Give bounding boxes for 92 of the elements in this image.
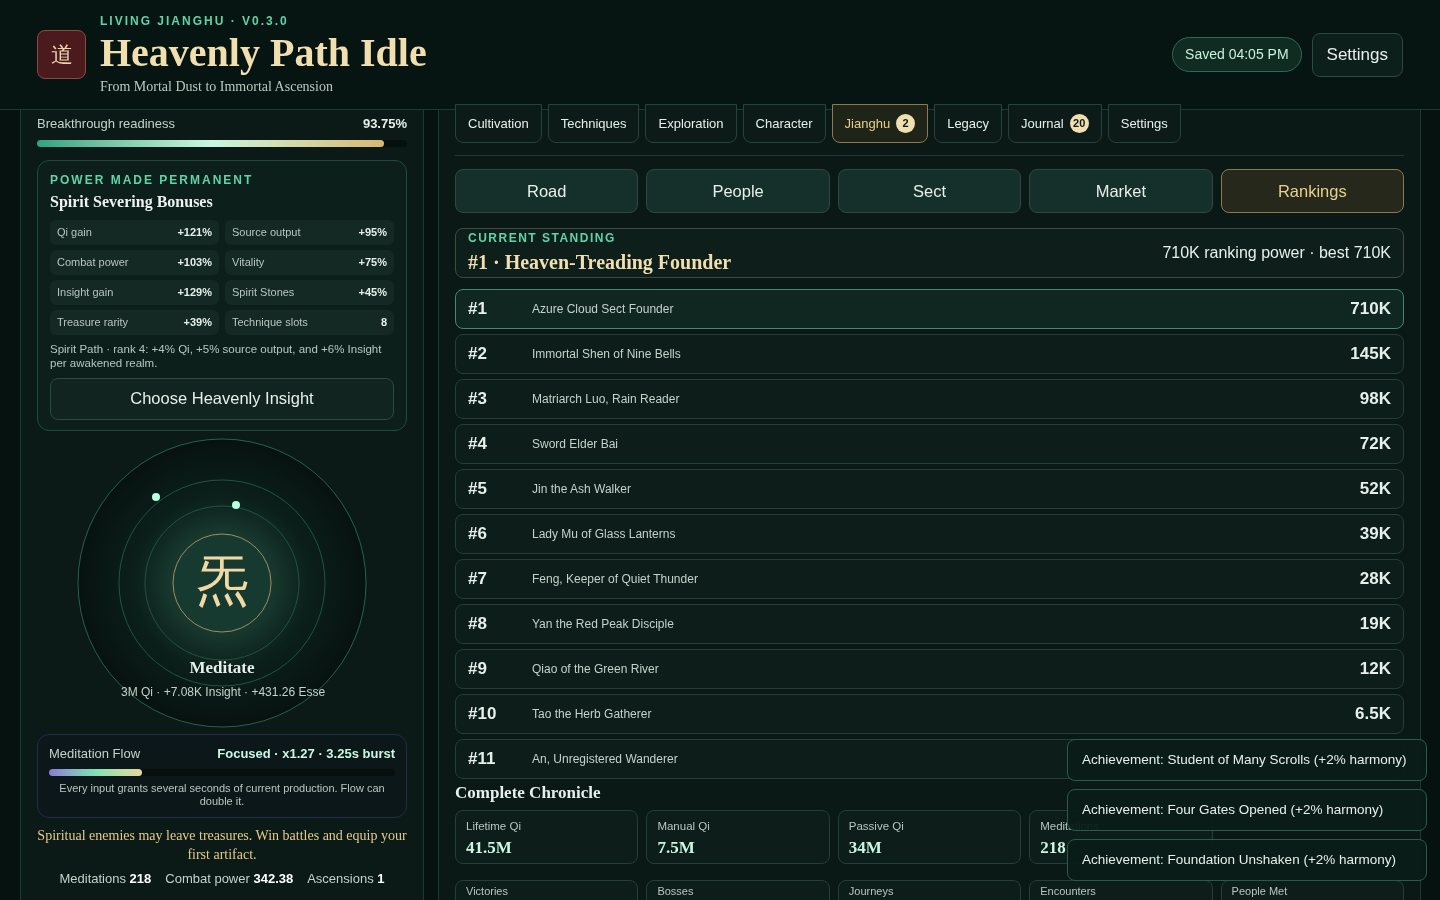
rank-number: #9 <box>468 658 488 681</box>
rival-power: 39K <box>1359 523 1391 546</box>
summary-stat: Meditations 218 <box>59 870 152 888</box>
meditate-label: Meditate <box>188 656 256 679</box>
chronicle-stat-card: Passive Qi 34M <box>837 809 1022 864</box>
rank-number: #6 <box>468 523 488 546</box>
flow-status: Focused · x1.27 · 3.25s burst <box>217 744 395 763</box>
nav-tab[interactable]: Exploration <box>645 104 737 143</box>
bonus-stat: Combat power +103% <box>50 249 219 275</box>
bonuses-title: Spirit Severing Bonuses <box>50 191 214 213</box>
qi-glyph: 炁 <box>194 549 250 610</box>
settings-button[interactable]: Settings <box>1311 32 1403 77</box>
count-badge: 2 <box>896 114 916 133</box>
rival-name: An, Unregistered Wanderer <box>532 751 678 768</box>
rival-name: Yan the Red Peak Disciple <box>532 616 674 633</box>
chronicle-stat-card: Encounters <box>1029 879 1213 900</box>
rank-number: #5 <box>468 478 488 501</box>
chronicle-stat-card: Journeys <box>837 879 1022 900</box>
section-tab[interactable]: Sect <box>837 169 1022 213</box>
rival-power: 12K <box>1359 658 1391 681</box>
rival-power: 6.5K <box>1355 703 1391 726</box>
ranking-power: 710K ranking power · best 710K <box>1162 243 1391 263</box>
flow-note: Every input grants several seconds of current production. Flow can double it. <box>58 782 386 808</box>
rank-number: #1 <box>468 298 488 321</box>
bonuses-eyebrow: POWER MADE PERMANENT <box>50 171 255 189</box>
nav-tab[interactable]: Techniques <box>547 104 640 143</box>
chronicle-stat-card: Manual Qi 7.5M <box>646 809 830 864</box>
rank-number: #8 <box>468 613 488 636</box>
rival-power: 52K <box>1359 478 1391 501</box>
rank-number: #10 <box>468 703 498 726</box>
bonus-stat: Insight gain +129% <box>50 279 219 305</box>
bonus-stat: Qi gain +121% <box>50 219 219 245</box>
nav-tab[interactable]: Settings <box>1107 104 1181 143</box>
rival-name: Feng, Keeper of Quiet Thunder <box>532 571 698 588</box>
rank-number: #7 <box>468 568 488 591</box>
flow-label: Meditation Flow <box>49 744 141 763</box>
bonus-stat: Treasure rarity +39% <box>50 309 219 335</box>
bonus-stat: Technique slots 8 <box>225 309 394 335</box>
section-tab[interactable]: Market <box>1029 169 1213 213</box>
bonus-stat: Vitality +75% <box>225 249 394 275</box>
rival-name: Immortal Shen of Nine Bells <box>532 346 681 363</box>
rival-power: 28K <box>1359 568 1391 591</box>
standing-title: #1 · Heaven-Treading Founder <box>468 250 732 276</box>
nav-tab[interactable]: Character <box>742 104 826 143</box>
bonus-stat: Spirit Stones +45% <box>225 279 394 305</box>
treasure-hint: Spiritual enemies may leave treasures. Win battles and equip your first artifact. <box>37 827 407 864</box>
rank-number: #2 <box>468 343 488 366</box>
rival-name: Sword Elder Bai <box>532 436 619 453</box>
app-subtitle: From Mortal Dust to Immortal Ascension <box>100 78 334 96</box>
count-badge: 20 <box>1069 114 1089 133</box>
rival-power: 19K <box>1359 613 1391 636</box>
achievement-toast: Achievement: Foundation Unshaken (+2% harmony) <box>1067 839 1427 881</box>
summary-stat: Combat power 342.38 <box>165 870 294 888</box>
choose-insight-button[interactable]: Choose Heavenly Insight <box>50 377 394 420</box>
achievement-toast: Achievement: Student of Many Scrolls (+2% harmony) <box>1067 739 1427 781</box>
rival-name: Jin the Ash Walker <box>532 481 631 498</box>
rival-name: Qiao of the Green River <box>532 661 659 678</box>
rival-name: Azure Cloud Sect Founder <box>532 301 674 318</box>
spirit-path-note: Spirit Path · rank 4: +4% Qi, +5% source output, and +6% Insight per awakened realm. <box>50 341 383 370</box>
readiness-label: Breakthrough readiness <box>37 115 176 133</box>
summary-stat: Ascensions 1 <box>307 870 385 888</box>
rival-name: Matriarch Luo, Rain Reader <box>532 391 680 408</box>
app-title: Heavenly Path Idle <box>100 30 427 76</box>
chronicle-stat-card: Lifetime Qi 41.5M <box>455 809 639 864</box>
section-tab[interactable]: Rankings <box>1220 169 1405 213</box>
saved-badge: Saved 04:05 PM <box>1172 37 1302 72</box>
rival-power: 72K <box>1359 433 1391 456</box>
rank-number: #11 <box>468 748 497 771</box>
section-tab[interactable]: People <box>646 169 830 213</box>
chronicle-stat-card: Bosses <box>646 879 830 900</box>
meditate-yield: 3M Qi · +7.08K Insight · +431.26 Esse <box>121 683 326 701</box>
chronicle-stat-card: Victories <box>455 879 639 900</box>
nav-tab[interactable]: Journal 20 <box>1008 104 1102 143</box>
bonus-stat: Source output +95% <box>225 219 394 245</box>
rival-power: 710K <box>1350 298 1391 321</box>
rank-number: #4 <box>468 433 488 456</box>
chronicle-title: Complete Chronicle <box>455 782 602 804</box>
nav-tab[interactable]: Jianghu 2 <box>831 104 929 143</box>
rank-number: #3 <box>468 388 488 411</box>
rival-power: 145K <box>1350 343 1391 366</box>
rival-name: Lady Mu of Glass Lanterns <box>532 526 676 543</box>
logo-badge: 道 <box>37 30 86 79</box>
rival-power: 98K <box>1359 388 1391 411</box>
readiness-value: 93.75% <box>362 115 407 133</box>
section-tab[interactable]: Road <box>455 169 639 213</box>
nav-tab[interactable]: Cultivation <box>455 104 542 143</box>
nav-tab[interactable]: Legacy <box>934 104 1003 143</box>
chronicle-stat-card: People Met <box>1220 879 1404 900</box>
meditate-button[interactable]: 炁 Meditate 3M Qi · +7.08K Insight · +431.26 Esse <box>77 437 367 728</box>
version-label: LIVING JIANGHU · V0.3.0 <box>100 13 290 30</box>
standing-eyebrow: CURRENT STANDING <box>468 230 617 247</box>
rival-name: Tao the Herb Gatherer <box>532 706 652 723</box>
